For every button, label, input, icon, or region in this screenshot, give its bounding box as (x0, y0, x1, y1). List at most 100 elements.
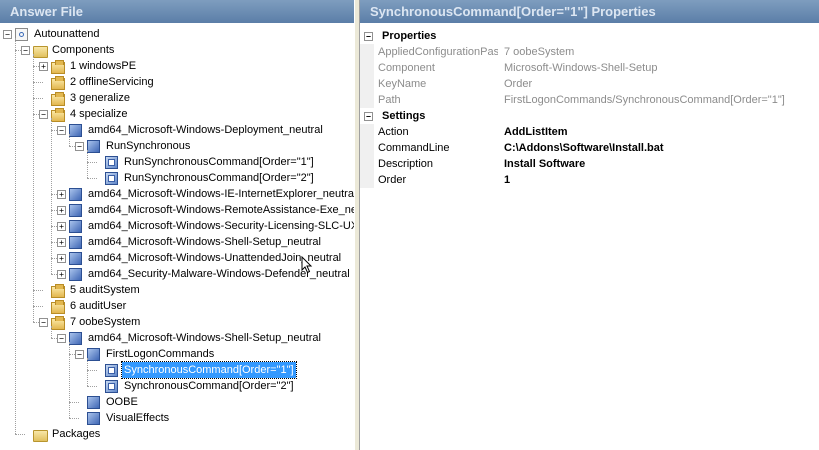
tree-node[interactable]: − 7 oobeSystem (0, 314, 354, 330)
tree-node[interactable]: 5 auditSystem (0, 282, 354, 298)
expand-icon[interactable]: + (57, 222, 66, 231)
expand-icon[interactable]: + (57, 254, 66, 263)
setting-row-description[interactable]: Description Install Software (360, 156, 819, 172)
tree-node-label: amd64_Microsoft-Windows-RemoteAssistance… (88, 204, 355, 216)
collapse-icon[interactable]: − (75, 142, 84, 151)
tree-node-label: 5 auditSystem (70, 284, 140, 296)
tree-connector (33, 54, 34, 322)
tree-node[interactable]: + amd64_Microsoft-Windows-RemoteAssistanc… (0, 202, 354, 218)
setting-value[interactable]: C:\Addons\Software\Install.bat (504, 140, 664, 156)
tree-node[interactable]: + amd64_Microsoft-Windows-Shell-Setup_neu… (0, 234, 354, 250)
tree-node-label: 2 offlineServicing (70, 76, 154, 88)
tree-node[interactable]: − Components (0, 42, 354, 58)
property-value: Microsoft-Windows-Shell-Setup (504, 62, 658, 74)
component-icon (69, 268, 82, 281)
setting-icon (105, 156, 118, 169)
tree-node[interactable]: RunSynchronousCommand[Order="1"] (0, 154, 354, 170)
property-key: Component (378, 62, 435, 74)
tree-node[interactable]: OOBE (0, 394, 354, 410)
collapse-icon[interactable]: − (21, 46, 30, 55)
tree-connector (69, 342, 70, 418)
collapse-icon[interactable]: − (364, 112, 373, 121)
expand-icon[interactable]: + (57, 190, 66, 199)
tree-node[interactable]: VisualEffects (0, 410, 354, 426)
property-value: Order (504, 78, 533, 90)
component-icon (69, 188, 82, 201)
property-value: FirstLogonCommands/SynchronousCommand[Or… (504, 94, 785, 106)
component-icon (69, 252, 82, 265)
property-row[interactable]: AppliedConfigurationPass 7 oobeSystem (360, 44, 819, 60)
tree-node[interactable]: − amd64_Microsoft-Windows-Shell-Setup_neu… (0, 330, 354, 346)
tree-node-label: amd64_Microsoft-Windows-Shell-Setup_neut… (88, 236, 321, 248)
tree-node-label: Autounattend (34, 28, 100, 40)
category-settings[interactable]: − Settings (360, 108, 819, 124)
setting-row-order[interactable]: Order 1 (360, 172, 819, 188)
tree-connector (87, 358, 88, 386)
tree-node-label: OOBE (106, 396, 138, 408)
pass-icon (51, 76, 65, 90)
properties-header: SynchronousCommand[Order="1"] Properties (360, 0, 819, 23)
property-grid: − Properties AppliedConfigurationPass 7 o… (360, 28, 819, 188)
component-icon (69, 124, 82, 137)
component-icon (87, 348, 100, 361)
component-icon (87, 396, 100, 409)
tree-node[interactable]: − 4 specialize (0, 106, 354, 122)
tree-node-label: amd64_Microsoft-Windows-IE-InternetExplo… (88, 188, 355, 200)
collapse-icon[interactable]: − (57, 334, 66, 343)
tree-node[interactable]: − Autounattend (0, 26, 354, 42)
component-icon (69, 236, 82, 249)
tree-node[interactable]: Packages (0, 426, 354, 442)
expand-icon[interactable]: + (39, 62, 48, 71)
tree-node[interactable]: +1 windowsPE (0, 58, 354, 74)
tree-node-label: RunSynchronous (106, 140, 191, 152)
expand-icon[interactable]: + (57, 206, 66, 215)
tree-node-label: 6 auditUser (70, 300, 127, 312)
collapse-icon[interactable]: − (364, 32, 373, 41)
tree-node[interactable]: 3 generalize (0, 90, 354, 106)
tree-node[interactable]: − FirstLogonCommands (0, 346, 354, 362)
tree-node-label: amd64_Microsoft-Windows-Security-Licensi… (88, 220, 355, 232)
setting-icon (105, 380, 118, 393)
property-row[interactable]: Component Microsoft-Windows-Shell-Setup (360, 60, 819, 76)
collapse-icon[interactable]: − (3, 30, 12, 39)
tree-node[interactable]: 2 offlineServicing (0, 74, 354, 90)
setting-value[interactable]: AddListItem (504, 124, 568, 140)
collapse-icon[interactable]: − (39, 318, 48, 327)
tree-node[interactable]: RunSynchronousCommand[Order="2"] (0, 170, 354, 186)
collapse-icon[interactable]: − (57, 126, 66, 135)
tree-connector (87, 150, 88, 178)
category-settings-title: Settings (382, 110, 426, 122)
tree-node-label: amd64_Microsoft-Windows-Shell-Setup_neut… (88, 332, 321, 344)
component-icon (87, 140, 100, 153)
component-icon (69, 204, 82, 217)
tree-node[interactable]: + amd64_Microsoft-Windows-Security-Licens… (0, 218, 354, 234)
pass-icon (51, 316, 65, 330)
pass-icon (51, 92, 65, 106)
property-row[interactable]: KeyName Order (360, 76, 819, 92)
tree-node-label: RunSynchronousCommand[Order="2"] (124, 172, 314, 184)
mouse-pointer-icon (301, 256, 313, 274)
tree-node-label: FirstLogonCommands (106, 348, 215, 360)
tree-node[interactable]: SynchronousCommand[Order="1"] (0, 361, 354, 379)
tree-connector (51, 118, 52, 274)
property-row[interactable]: Path FirstLogonCommands/SynchronousComman… (360, 92, 819, 108)
category-properties[interactable]: − Properties (360, 28, 819, 44)
tree-node[interactable]: 6 auditUser (0, 298, 354, 314)
pass-icon (51, 284, 65, 298)
setting-key: CommandLine (378, 142, 450, 154)
tree-node-label: RunSynchronousCommand[Order="1"] (124, 156, 314, 168)
setting-value[interactable]: Install Software (504, 156, 585, 172)
expand-icon[interactable]: + (57, 238, 66, 247)
collapse-icon[interactable]: − (75, 350, 84, 359)
setting-row-action[interactable]: Action AddListItem (360, 124, 819, 140)
setting-value[interactable]: 1 (504, 172, 510, 188)
setting-row-commandline[interactable]: CommandLine C:\Addons\Software\Install.ba… (360, 140, 819, 156)
property-key: AppliedConfigurationPass (378, 46, 498, 58)
tree-node[interactable]: SynchronousCommand[Order="2"] (0, 378, 354, 394)
tree-node[interactable]: − RunSynchronous (0, 138, 354, 154)
expand-icon[interactable]: + (57, 270, 66, 279)
tree-node-label: VisualEffects (106, 412, 170, 424)
collapse-icon[interactable]: − (39, 110, 48, 119)
tree-node[interactable]: − amd64_Microsoft-Windows-Deployment_neut… (0, 122, 354, 138)
tree-node[interactable]: + amd64_Microsoft-Windows-IE-InternetExpl… (0, 186, 354, 202)
